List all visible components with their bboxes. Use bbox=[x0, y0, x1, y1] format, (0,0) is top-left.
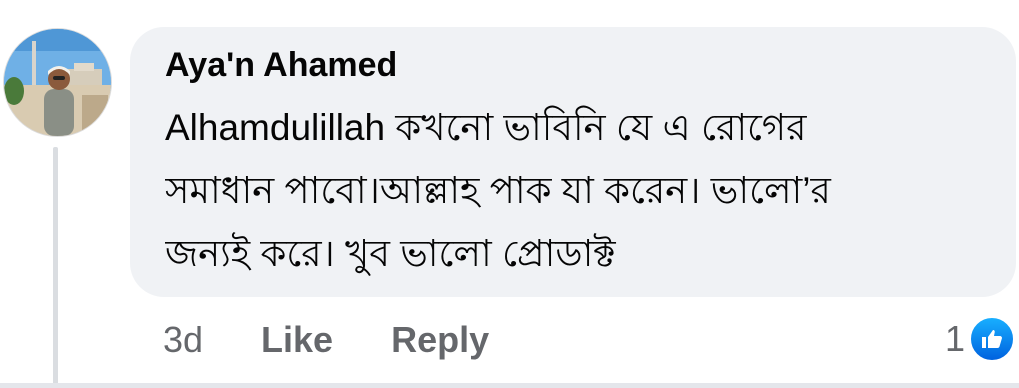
like-button[interactable]: Like bbox=[261, 319, 333, 361]
avatar-photo bbox=[4, 29, 111, 136]
comment-timestamp[interactable]: 3d bbox=[163, 319, 203, 361]
divider bbox=[0, 383, 1019, 388]
comment-line: Alhamdulillah কখনো ভাবিনি যে এ রোগের bbox=[165, 107, 807, 148]
avatar[interactable] bbox=[3, 28, 112, 137]
thread-line bbox=[53, 147, 58, 388]
thumbs-up-icon bbox=[969, 316, 1015, 362]
comment-text: Alhamdulillah কখনো ভাবিনি যে এ রোগের সমা… bbox=[165, 96, 1005, 285]
reaction-summary[interactable]: 1 bbox=[945, 315, 1015, 363]
reaction-count: 1 bbox=[944, 318, 965, 359]
comment-author-name[interactable]: Aya'n Ahamed bbox=[165, 46, 397, 85]
comment-line: জন্যই করে। খুব ভালো প্রোডাক্ট bbox=[165, 233, 616, 274]
comment-line: সমাধান পাবো।আল্লাহ পাক যা করেন। ভালো’র bbox=[165, 170, 831, 211]
comment-actions: 3d Like Reply bbox=[163, 318, 489, 362]
reply-button[interactable]: Reply bbox=[391, 319, 489, 361]
